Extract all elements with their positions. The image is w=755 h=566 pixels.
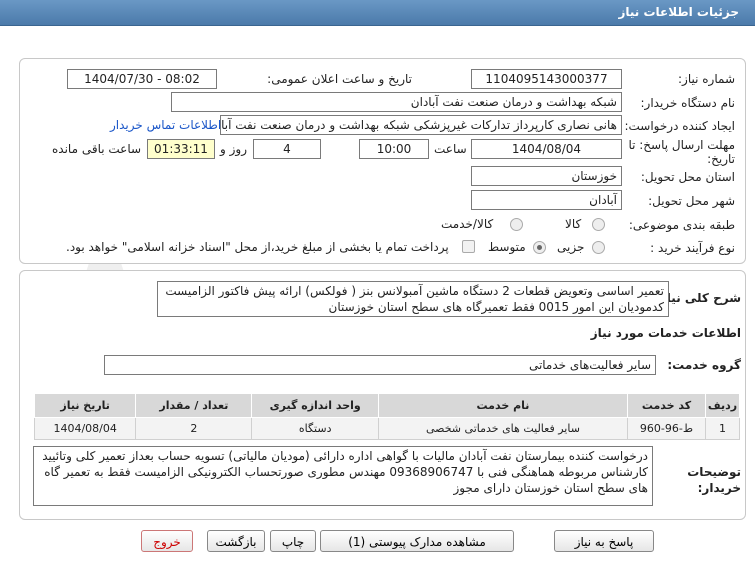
need-number-field: 1104095143000377 bbox=[471, 69, 622, 89]
print-button[interactable]: چاپ bbox=[270, 530, 316, 552]
buyer-notes-textarea: درخواست کننده بیمارستان نفت آبادان مالیا… bbox=[33, 446, 653, 506]
table-header-row: ردیف کد خدمت نام خدمت واحد اندازه گیری ت… bbox=[33, 393, 740, 418]
remaining-time-timer: 01:33:11 bbox=[147, 139, 215, 159]
process-minor-radio bbox=[592, 241, 605, 254]
col-qty: تعداد / مقدار bbox=[135, 393, 253, 418]
announce-date-field: 1404/07/30 - 08:02 bbox=[67, 69, 217, 89]
back-button[interactable]: بازگشت bbox=[207, 530, 265, 552]
city-field: آبادان bbox=[471, 190, 622, 210]
service-group-field: سایر فعالیت‌های خدماتی bbox=[104, 355, 656, 375]
title-bar: جزئیات اطلاعات نیاز bbox=[0, 0, 755, 26]
deadline-date-field: 1404/08/04 bbox=[471, 139, 622, 159]
city-label: شهر محل تحویل: bbox=[648, 194, 735, 208]
cell-name: سایر فعالیت های خدماتی شخصی bbox=[377, 417, 628, 440]
days-remaining-field: 4 bbox=[253, 139, 321, 159]
announce-date-label: تاریخ و ساعت اعلان عمومی: bbox=[267, 72, 412, 86]
services-table: ردیف کد خدمت نام خدمت واحد اندازه گیری ت… bbox=[33, 393, 740, 440]
cell-qty: 2 bbox=[135, 417, 253, 440]
category-goods-label: کالا bbox=[565, 217, 582, 231]
process-type-label: نوع فرآیند خرید : bbox=[650, 241, 735, 255]
process-medium-radio bbox=[533, 241, 546, 254]
buyer-org-label: نام دستگاه خریدار: bbox=[640, 96, 736, 110]
category-goods-service-radio bbox=[510, 218, 523, 231]
cell-date: 1404/08/04 bbox=[33, 417, 137, 440]
attachments-button[interactable]: مشاهده مدارک پیوستی (1) bbox=[320, 530, 514, 552]
deadline-label: مهلت ارسال پاسخ: تا تاریخ: bbox=[628, 138, 735, 166]
process-medium-label: متوسط bbox=[488, 240, 526, 254]
creator-field: هانی نصاری کارپرداز تدارکات غیرپزشکی شبک… bbox=[220, 115, 622, 135]
treasury-payment-checkbox bbox=[462, 240, 475, 253]
description-textarea: تعمیر اساسی وتعویض قطعات 2 دستگاه ماشین … bbox=[157, 281, 669, 317]
creator-label: ایجاد کننده درخواست: bbox=[624, 119, 735, 133]
cell-unit: دستگاه bbox=[251, 417, 379, 440]
cell-code: ط-96-960 bbox=[626, 417, 707, 440]
deadline-time-label: ساعت bbox=[434, 142, 467, 156]
col-unit: واحد اندازه گیری bbox=[251, 393, 379, 418]
table-row: 1 ط-96-960 سایر فعالیت های خدماتی شخصی د… bbox=[33, 417, 740, 440]
province-label: استان محل تحویل: bbox=[640, 170, 735, 184]
col-code: کد خدمت bbox=[626, 393, 707, 418]
treasury-payment-note: پرداخت تمام یا بخشی از مبلغ خرید،از محل … bbox=[66, 240, 449, 254]
exit-button[interactable]: خروج bbox=[141, 530, 193, 552]
services-section-title: اطلاعات خدمات مورد نیاز bbox=[590, 326, 741, 340]
category-goods-service-label: کالا/خدمت bbox=[441, 217, 494, 231]
province-field: خوزستان bbox=[471, 166, 622, 186]
cell-row: 1 bbox=[705, 417, 740, 440]
need-number-label: شماره نیاز: bbox=[678, 72, 735, 86]
category-label: طبقه بندی موضوعی: bbox=[628, 218, 735, 232]
buyer-notes-label: توضیحات خریدار: bbox=[687, 465, 741, 495]
reply-button[interactable]: پاسخ به نیاز bbox=[554, 530, 654, 552]
col-date: تاریخ نیاز bbox=[33, 393, 137, 418]
deadline-time-field: 10:00 bbox=[359, 139, 429, 159]
page-title: جزئیات اطلاعات نیاز bbox=[618, 5, 739, 19]
buyer-org-field: شبکه بهداشت و درمان صنعت نفت آبادان bbox=[171, 92, 622, 112]
contact-buyer-link[interactable]: اطلاعات تماس خریدار bbox=[110, 118, 221, 132]
process-minor-label: جزیی bbox=[557, 240, 585, 254]
col-row: ردیف bbox=[705, 393, 740, 418]
remaining-time-label: ساعت باقی مانده bbox=[52, 142, 142, 156]
service-group-label: گروه خدمت: bbox=[667, 358, 741, 372]
col-name: نام خدمت bbox=[377, 393, 628, 418]
days-label: روز و bbox=[220, 142, 247, 156]
category-goods-radio bbox=[592, 218, 605, 231]
